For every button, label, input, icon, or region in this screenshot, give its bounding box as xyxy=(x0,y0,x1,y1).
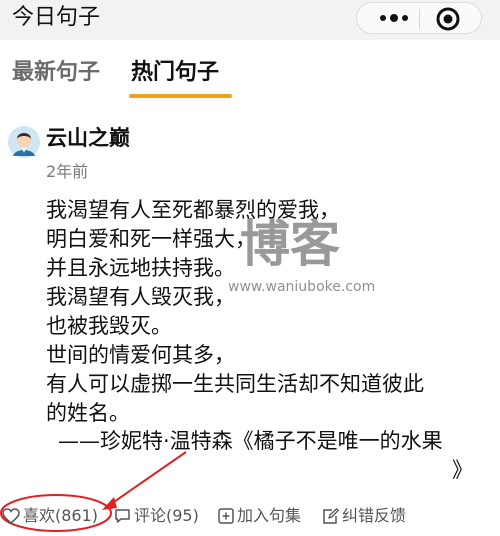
comment-button[interactable]: 评论(95) xyxy=(114,503,199,529)
mini-program-capsule xyxy=(356,2,482,34)
capsule-divider xyxy=(419,9,420,29)
target-icon[interactable] xyxy=(435,6,461,32)
post-time: 2年前 xyxy=(46,162,89,181)
report-label: 纠错反馈 xyxy=(342,506,407,525)
edit-icon xyxy=(323,508,339,524)
watermark-logo: 博客 xyxy=(240,215,340,273)
comment-label: 评论(95) xyxy=(134,506,199,525)
tab-hot[interactable]: 热门句子 xyxy=(131,58,219,88)
quote-line: 有人可以虚掷一生共同生活却不知道彼此 xyxy=(46,372,424,396)
like-button[interactable]: 喜欢(861) xyxy=(2,503,98,529)
active-tab-underline xyxy=(129,94,232,98)
quote-line: 的姓名。 xyxy=(46,401,130,425)
quote-attribution: ——珍妮特·温特森《橘子不是唯一的水果 xyxy=(58,429,443,453)
author-name[interactable]: 云山之巅 xyxy=(46,124,130,152)
heart-icon xyxy=(2,508,20,524)
app-title: 今日句子 xyxy=(12,5,101,30)
comment-icon xyxy=(115,509,130,523)
add-label: 加入句集 xyxy=(237,506,302,525)
report-error-button[interactable]: 纠错反馈 xyxy=(322,503,406,529)
add-box-icon xyxy=(218,508,234,524)
more-dots-icon[interactable] xyxy=(375,7,413,29)
quote-line: 世间的情爱何其多， xyxy=(46,343,235,367)
tab-latest[interactable]: 最新句子 xyxy=(12,58,100,88)
quote-line: 也被我毁灭。 xyxy=(46,314,172,338)
quote-attribution-end: 》 xyxy=(452,458,473,482)
like-label: 喜欢(861) xyxy=(23,506,99,525)
avatar[interactable] xyxy=(8,126,40,158)
watermark-url: www.waniuboke.com xyxy=(228,279,376,295)
add-to-collection-button[interactable]: 加入句集 xyxy=(218,503,301,529)
